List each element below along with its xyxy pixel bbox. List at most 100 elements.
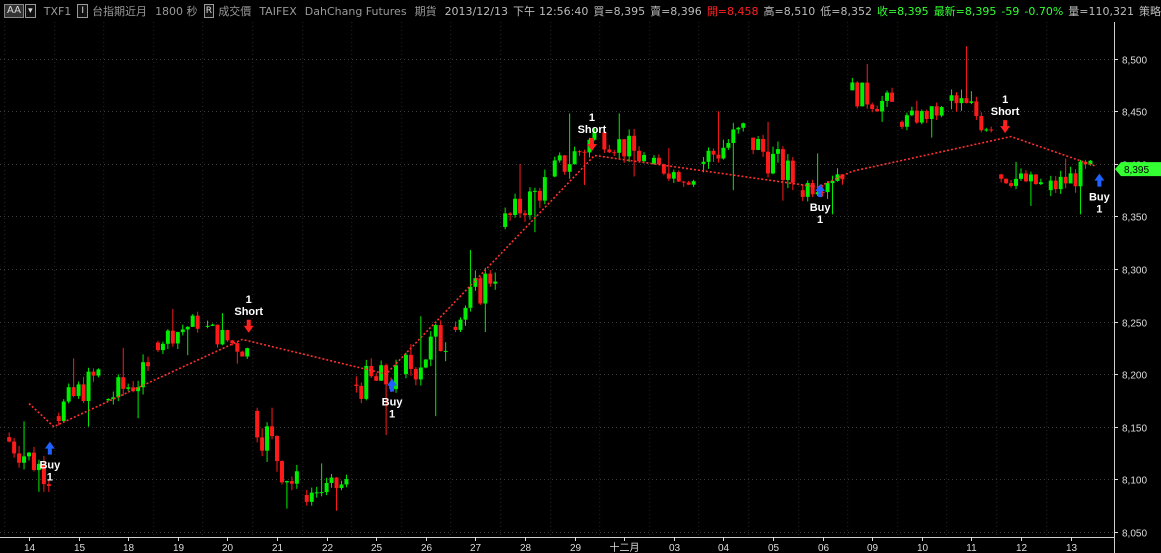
candle-body: [562, 155, 567, 172]
candle-body: [339, 484, 344, 489]
price-change-pct: -0.70%: [1024, 4, 1064, 18]
symbol-code[interactable]: TXF1: [44, 5, 72, 18]
candle-body: [627, 135, 632, 157]
candle-body: [210, 324, 215, 326]
candle-body: [1028, 174, 1033, 182]
candle-body: [106, 399, 111, 401]
candle-body: [949, 95, 954, 101]
y-tick-label: 8,100: [1122, 476, 1147, 487]
buy-signal-qty: 1: [817, 214, 823, 226]
candle-body: [751, 137, 756, 150]
candle-body: [939, 107, 944, 116]
quote-time: 12:56:40: [538, 4, 589, 18]
candle-body: [775, 149, 780, 154]
candle-body: [1068, 173, 1073, 184]
candle-body: [1063, 176, 1068, 184]
candle-body: [855, 82, 860, 107]
candle-body: [686, 182, 691, 185]
dropdown-icon[interactable]: ▾: [24, 4, 36, 18]
ask-price: 賣=8,396: [650, 5, 702, 18]
x-tick-label: 27: [470, 543, 482, 553]
x-tick-label: 14: [24, 543, 36, 553]
y-tick-label: 8,150: [1122, 424, 1147, 435]
short-signal-qty: 1: [246, 294, 252, 306]
candle-body: [771, 153, 775, 174]
interval-label[interactable]: 1800 秒: [155, 3, 198, 19]
last-price-label: 8,395: [1124, 165, 1149, 176]
candle-body: [1058, 176, 1063, 190]
candle-body: [344, 479, 349, 485]
x-tick-label: 10: [917, 543, 929, 553]
candle-body: [334, 477, 339, 489]
candle-body: [1078, 161, 1083, 187]
candle-body: [255, 410, 260, 438]
candle-body: [121, 377, 126, 389]
candle-body: [279, 461, 284, 483]
candle-body: [463, 307, 468, 320]
x-tick-label: 03: [669, 543, 681, 553]
close-price: 收=8,395: [876, 5, 929, 18]
candle-body: [428, 336, 433, 360]
candle-body: [979, 116, 984, 131]
price-change: -59: [1001, 4, 1020, 18]
candle-body: [1004, 178, 1009, 184]
candle-body: [1019, 173, 1023, 179]
y-tick-label: 8,500: [1122, 56, 1147, 67]
candle-body: [478, 278, 483, 304]
candle-body: [637, 150, 642, 162]
candle-body: [731, 129, 736, 143]
x-tick-label: 26: [421, 543, 433, 553]
last-price: 最新=8,395: [933, 5, 997, 18]
candle-body: [607, 149, 612, 153]
candle-body: [270, 426, 275, 437]
candle-body: [999, 174, 1004, 179]
candle-body: [294, 471, 299, 484]
candle-body: [17, 453, 22, 463]
candle-body: [756, 138, 761, 150]
x-tick-label: 12: [1016, 543, 1028, 553]
candle-body: [146, 362, 151, 367]
candle-body: [354, 384, 359, 386]
candle-body: [418, 367, 423, 380]
candle-body: [324, 483, 329, 493]
x-tick-label: 28: [520, 543, 532, 553]
short-signal-label: Short: [578, 124, 607, 136]
candle-body: [825, 183, 830, 193]
candle-body: [126, 387, 131, 389]
candle-body: [245, 348, 250, 357]
strategy-label[interactable]: 策略: [1139, 3, 1161, 19]
price-type-label: 成交價: [218, 5, 252, 18]
candle-body: [513, 198, 518, 215]
candle-body: [681, 181, 686, 183]
candle-body: [235, 343, 240, 352]
candle-body: [175, 332, 180, 344]
candle-body: [865, 82, 870, 105]
candle-body: [240, 351, 245, 357]
candle-body: [766, 151, 771, 174]
indicator-icon[interactable]: I: [77, 4, 89, 18]
x-tick-label: 15: [74, 543, 86, 553]
candle-body: [433, 325, 438, 337]
candle-body: [369, 365, 374, 377]
candle-body: [919, 111, 924, 123]
x-tick-label: 09: [867, 543, 879, 553]
candle-body: [185, 326, 190, 330]
chart-toolbar: AA ▾ TXF1 I 台指期近月 1800 秒 R 成交價 TAIFEX Da…: [0, 0, 1161, 22]
candle-body: [329, 477, 334, 484]
refresh-icon[interactable]: R: [203, 4, 215, 18]
candle-body: [800, 190, 805, 197]
candle-body: [785, 160, 790, 180]
x-tick-label: 13: [1066, 543, 1078, 553]
candle-body: [716, 154, 721, 159]
candle-body: [453, 326, 458, 330]
price-chart[interactable]: Buy1Short1Buy1Short1Buy1Short1Buy1 8,050…: [0, 22, 1161, 553]
candle-body: [1009, 183, 1014, 186]
candle-body: [91, 371, 96, 376]
candle-body: [359, 385, 364, 399]
candle-body: [651, 157, 656, 164]
candle-body: [899, 121, 904, 127]
buy-signal-qty: 1: [47, 472, 53, 484]
font-size-button[interactable]: AA: [4, 4, 24, 18]
candle-body: [284, 481, 289, 483]
candle-body: [364, 365, 369, 399]
